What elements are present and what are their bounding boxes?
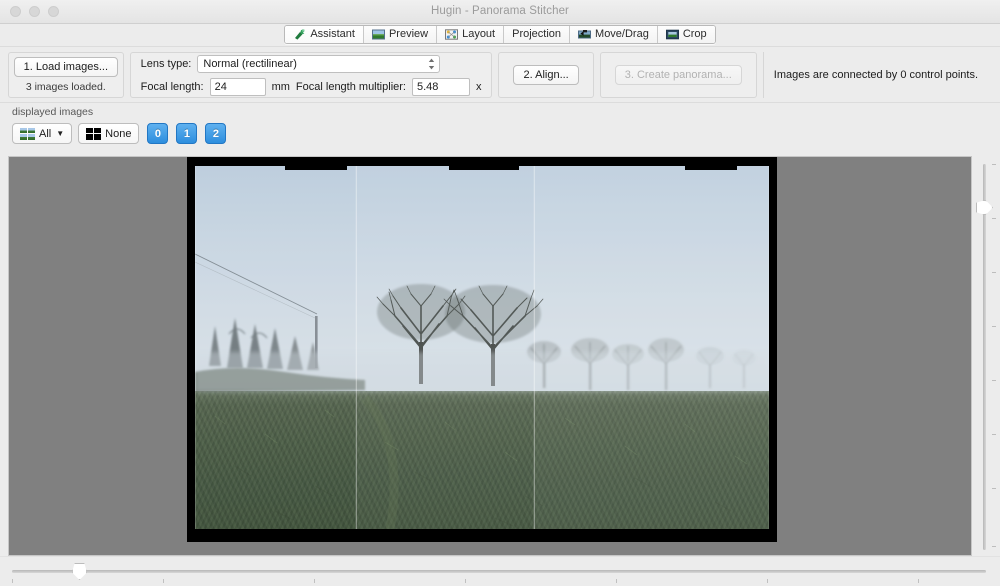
all-images-grid-icon [20, 128, 35, 140]
stepper-arrows-icon [428, 58, 435, 70]
tab-layout-label: Layout [462, 29, 495, 40]
tab-move-drag-label: Move/Drag [595, 29, 649, 40]
window-controls [10, 6, 59, 17]
create-panorama-group: 3. Create panorama... [600, 52, 757, 98]
focal-multiplier-value: 5.48 [417, 81, 438, 93]
image-toggle-2[interactable]: 2 [205, 123, 226, 144]
image-seam-1 [356, 166, 357, 529]
none-images-grid-icon [86, 128, 101, 140]
load-images-button[interactable]: 1. Load images... [14, 57, 118, 77]
preview-canvas-area [0, 154, 1000, 556]
focal-length-label: Focal length: [141, 81, 204, 93]
show-none-images-button[interactable]: None [78, 123, 139, 144]
lens-type-select[interactable]: Normal (rectilinear) [197, 55, 440, 73]
assistant-toolbar: 1. Load images... 3 images loaded. Lens … [0, 46, 1000, 102]
horizontal-fov-slider[interactable] [0, 556, 1000, 586]
close-button[interactable] [10, 6, 21, 17]
preview-landscape-icon [372, 29, 385, 40]
load-images-group: 1. Load images... 3 images loaded. [8, 52, 124, 98]
image-toggle-0[interactable]: 0 [147, 123, 168, 144]
horizontal-slider-thumb[interactable] [72, 563, 87, 580]
canvas-notch-3 [685, 166, 737, 170]
move-drag-icon [578, 29, 591, 40]
tab-bar: Assistant Preview [284, 25, 715, 44]
focal-length-value: 24 [215, 81, 227, 93]
panorama-preview-canvas[interactable] [8, 156, 972, 556]
tab-crop-label: Crop [683, 29, 707, 40]
show-all-images-button[interactable]: All ▼ [12, 123, 72, 144]
tab-bar-container: Assistant Preview [0, 24, 1000, 46]
horizontal-slider-track[interactable] [12, 570, 986, 573]
focal-multiplier-input[interactable]: 5.48 [412, 78, 470, 96]
lens-type-row: Lens type: Normal (rectilinear) [141, 55, 482, 73]
layout-grid-icon [445, 29, 458, 40]
tab-assistant[interactable]: Assistant [285, 26, 364, 43]
image-overlap-panel-2 [356, 166, 534, 529]
image-toggle-1[interactable]: 1 [176, 123, 197, 144]
show-all-images-label: All [39, 128, 51, 140]
align-group: 2. Align... [498, 52, 593, 98]
image-overlap-panel-1 [195, 166, 356, 529]
lens-settings-group: Lens type: Normal (rectilinear) Focal le… [130, 52, 493, 98]
chevron-down-icon: ▼ [56, 129, 64, 138]
tab-projection-label: Projection [512, 29, 561, 40]
focal-length-input[interactable]: 24 [210, 78, 266, 96]
vertical-slider-ticks [991, 164, 996, 550]
show-none-images-label: None [105, 128, 131, 140]
displayed-images-caption: displayed images [12, 106, 1000, 118]
control-points-status: Images are connected by 0 control points… [774, 69, 978, 81]
tab-layout[interactable]: Layout [437, 26, 504, 43]
images-loaded-status: 3 images loaded. [26, 81, 106, 93]
canvas-notch-1 [285, 166, 347, 170]
tab-move-drag[interactable]: Move/Drag [570, 26, 658, 43]
focal-length-unit: mm [272, 81, 290, 93]
control-points-status-group: Images are connected by 0 control points… [763, 52, 992, 98]
tab-preview[interactable]: Preview [364, 26, 437, 43]
vertical-slider-track[interactable] [983, 164, 986, 550]
tab-projection[interactable]: Projection [504, 26, 570, 43]
displayed-images-controls: All ▼ None 0 1 2 [12, 123, 1000, 144]
hugin-window: Hugin - Panorama Stitcher Assistant [0, 0, 1000, 586]
lens-type-value: Normal (rectilinear) [203, 58, 297, 70]
window-title: Hugin - Panorama Stitcher [0, 0, 1000, 23]
vertical-fov-slider[interactable] [972, 156, 998, 556]
focal-length-row: Focal length: 24 mm Focal length multipl… [141, 78, 482, 96]
align-button[interactable]: 2. Align... [513, 65, 578, 85]
focal-multiplier-label: Focal length multiplier: [296, 81, 406, 93]
lens-type-label: Lens type: [141, 58, 192, 70]
canvas-notch-2 [449, 166, 519, 170]
panorama-stitched-image [195, 166, 769, 529]
tab-crop[interactable]: Crop [658, 26, 715, 43]
assistant-wand-icon [293, 29, 306, 40]
image-overlap-panel-3 [534, 166, 769, 529]
create-panorama-button[interactable]: 3. Create panorama... [615, 65, 742, 85]
crop-icon [666, 29, 679, 40]
panorama-image-frame [187, 157, 777, 542]
focal-multiplier-unit: x [476, 81, 482, 93]
displayed-images-bar: displayed images All ▼ None 0 1 2 [0, 102, 1000, 154]
tab-preview-label: Preview [389, 29, 428, 40]
zoom-button[interactable] [48, 6, 59, 17]
image-seam-2 [534, 166, 535, 529]
horizontal-slider-ticks [12, 579, 986, 584]
title-bar: Hugin - Panorama Stitcher [0, 0, 1000, 24]
tab-assistant-label: Assistant [310, 29, 355, 40]
minimize-button[interactable] [29, 6, 40, 17]
